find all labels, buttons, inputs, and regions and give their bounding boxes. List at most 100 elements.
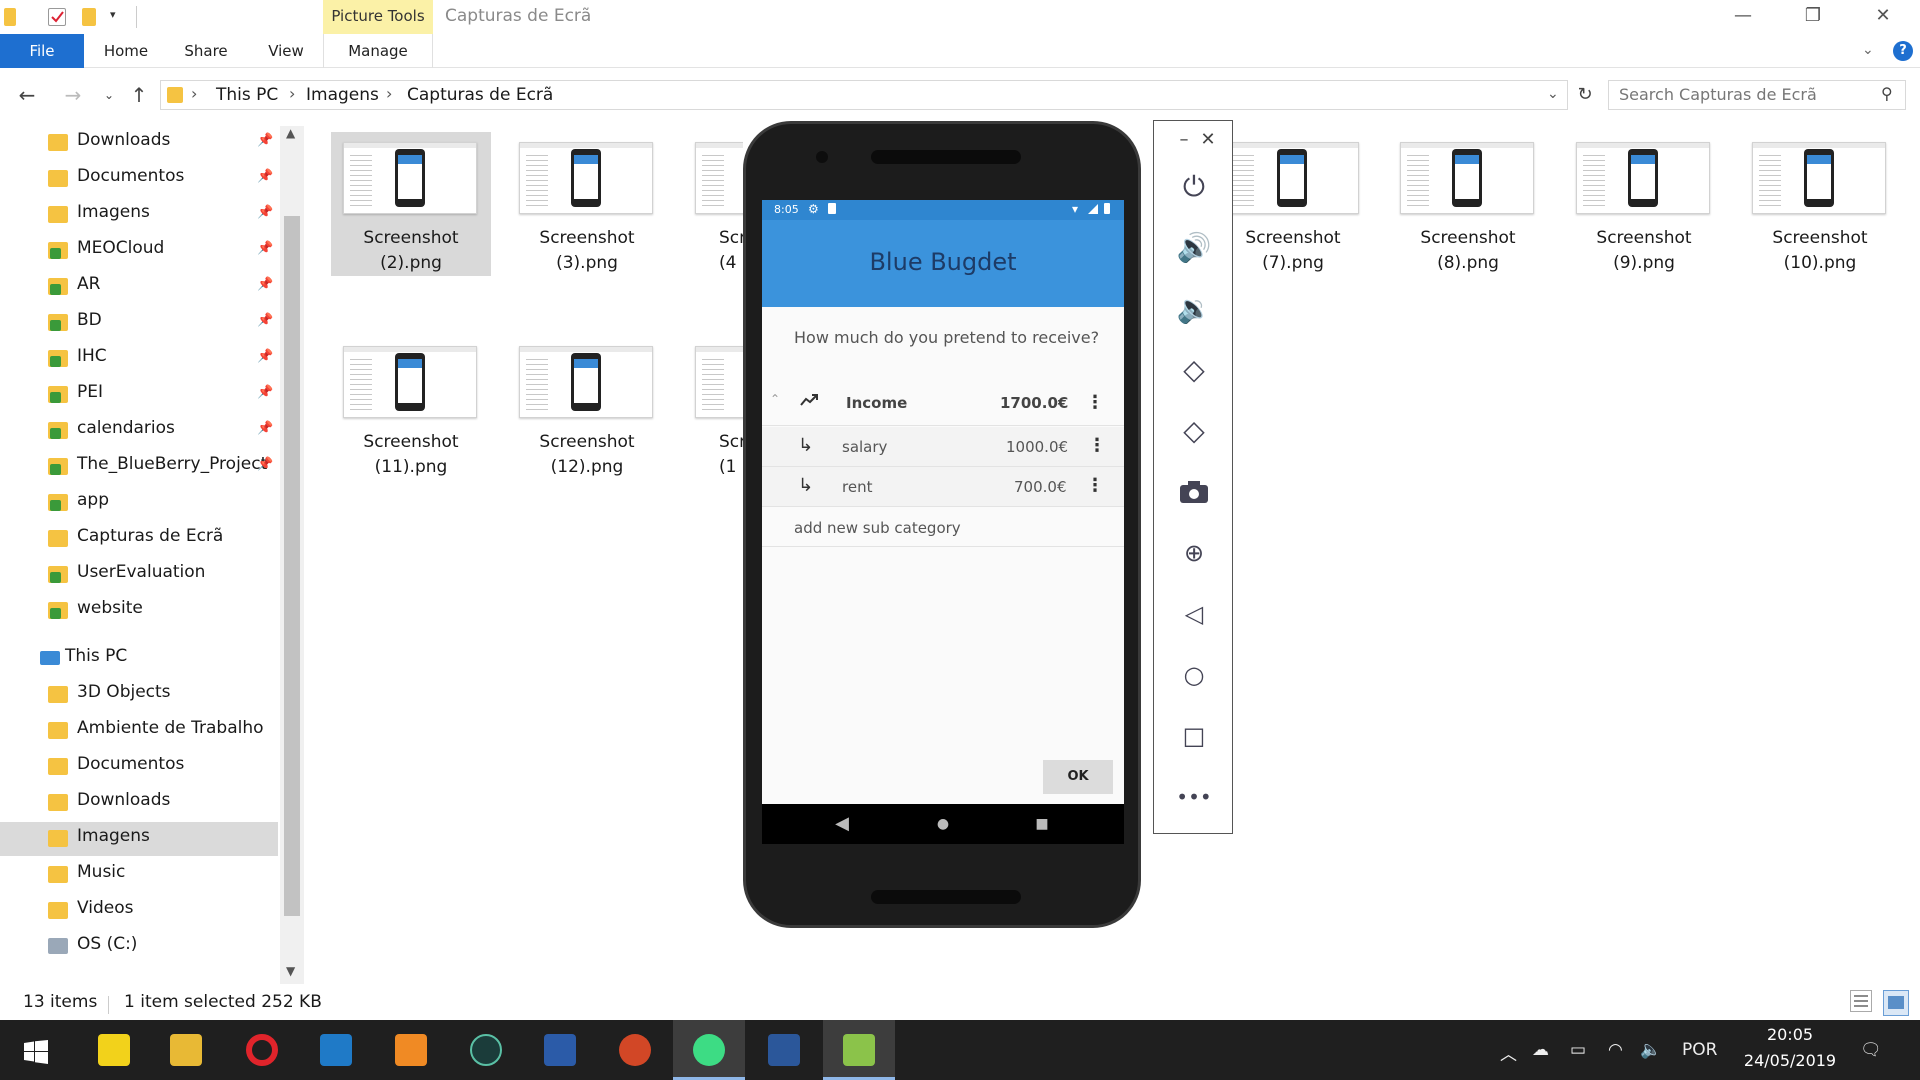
camera-icon[interactable] [1172,470,1216,514]
recent-locations-icon[interactable]: ⌄ [96,78,122,112]
pin-icon[interactable]: 📌 [257,133,273,148]
word-icon[interactable] [748,1020,820,1080]
powershell-icon[interactable] [524,1020,596,1080]
volume-icon[interactable]: 🔈 [1640,1040,1661,1060]
sidebar-item-documentos-pc[interactable]: Documentos [0,750,278,784]
pin-icon[interactable]: 📌 [257,277,273,292]
back-icon[interactable]: ◁ [1172,592,1216,636]
sidebar-item-ar[interactable]: AR 📌 [0,270,278,304]
tab-file[interactable]: File [0,34,84,68]
network-icon[interactable]: ◠ [1608,1040,1623,1060]
sidebar-item-pei[interactable]: PEI 📌 [0,378,278,412]
sidebar-item-ambiente[interactable]: Ambiente de Trabalho [0,714,278,748]
action-center-icon[interactable]: 🗨 [1860,1040,1882,1060]
file-explorer-icon[interactable] [150,1020,222,1080]
pin-icon[interactable]: 📌 [257,421,273,436]
maximize-button[interactable]: ❐ [1790,0,1836,34]
chevron-right-icon[interactable]: › [191,84,197,103]
clock-time[interactable]: 20:05 [1750,1025,1830,1044]
properties-icon[interactable] [48,8,66,26]
file-thumbnail[interactable]: Screenshot (10).png [1740,132,1900,276]
more-options-icon[interactable]: ⋮ [1088,435,1106,457]
details-view-icon[interactable] [1850,990,1872,1012]
phone-screen[interactable]: 8:05 ⚙ ▾ Blue Bugdet How much do you pre… [762,200,1124,844]
sidebar-item-videos[interactable]: Videos [0,894,278,928]
file-thumbnail[interactable]: Screenshot (9).png [1564,132,1724,276]
customize-toolbar-icon[interactable]: ▾ [110,8,128,26]
pin-icon[interactable]: 📌 [257,457,273,472]
expand-ribbon-icon[interactable]: ⌄ [1862,42,1874,58]
help-icon[interactable]: ? [1893,41,1913,61]
sidebar-item-app[interactable]: app [0,486,278,520]
power-icon[interactable]: ⏻ [1172,165,1216,209]
battery-icon[interactable]: ▭ [1570,1040,1586,1060]
add-subcategory-row[interactable]: add new sub category [762,507,1124,547]
sidebar-scrollbar[interactable]: ▲ ▼ [280,126,304,984]
address-dropdown-icon[interactable]: ⌄ [1547,86,1559,102]
more-icon[interactable]: ••• [1172,775,1216,819]
pin-icon[interactable]: 📌 [257,241,273,256]
file-thumbnail[interactable]: Screenshot (3).png [507,132,667,276]
minimize-icon[interactable]: – [1174,129,1194,150]
pin-icon[interactable]: 📌 [257,349,273,364]
sidebar-item-this-pc[interactable]: This PC [0,642,278,676]
sidebar-item-calendarios[interactable]: calendarios 📌 [0,414,278,448]
pin-icon[interactable]: 📌 [257,205,273,220]
nav-recents-icon[interactable]: ■ [1032,814,1052,834]
zoom-icon[interactable]: ⊕ [1172,531,1216,575]
onedrive-icon[interactable]: ☁ [1532,1040,1549,1060]
file-thumbnail[interactable]: Screenshot (2).png [331,132,491,276]
file-thumbnail[interactable]: Screenshot (11).png [331,336,491,480]
subcategory-row[interactable]: ↳ salary 1000.0€ ⋮ [762,427,1124,467]
emulator-icon[interactable] [823,1020,895,1080]
sidebar-item-imagens[interactable]: Imagens 📌 [0,198,278,232]
more-options-icon[interactable]: ⋮ [1086,475,1104,497]
forward-arrow-icon[interactable]: → [60,78,86,112]
opera-icon[interactable] [226,1020,298,1080]
file-thumbnail[interactable]: Screenshot (8).png [1388,132,1548,276]
sidebar-item-ihc[interactable]: IHC 📌 [0,342,278,376]
category-row[interactable]: ⌃ Income 1700.0€ ⋮ [762,380,1124,426]
volume-down-icon[interactable]: 🔉 [1172,287,1216,331]
new-folder-icon[interactable] [82,8,96,26]
up-arrow-icon[interactable]: ↑ [126,78,152,112]
rotate-right-icon[interactable]: ◇ [1172,409,1216,453]
start-button[interactable] [0,1020,72,1080]
sidebar-item-userevaluation[interactable]: UserEvaluation [0,558,278,592]
address-bar[interactable]: › This PC › Imagens › Capturas de Ecrã ⌄ [160,80,1568,110]
gitkraken-icon[interactable] [450,1020,522,1080]
file-thumbnail[interactable]: Scr (4 [683,132,743,276]
sidebar-item-bd[interactable]: BD 📌 [0,306,278,340]
language-indicator[interactable]: POR [1682,1040,1717,1060]
file-thumbnail[interactable]: Scr (1 [683,336,743,480]
sidebar-item-capturas[interactable]: Capturas de Ecrã [0,522,278,556]
nav-home-icon[interactable]: ● [933,814,953,834]
breadcrumb-imagens[interactable]: Imagens [306,85,379,105]
tab-view[interactable]: View [258,34,314,68]
sidebar-item-documentos[interactable]: Documentos 📌 [0,162,278,196]
android-studio-icon[interactable] [673,1020,745,1080]
breadcrumb-this-pc[interactable]: This PC [216,85,278,105]
tab-manage[interactable]: Manage [323,34,433,68]
sidebar-item-imagens-pc[interactable]: Imagens [0,822,278,856]
overview-icon[interactable]: □ [1172,714,1216,758]
scroll-up-icon[interactable]: ▲ [286,126,295,140]
pin-icon[interactable]: 📌 [257,313,273,328]
chevron-right-icon[interactable]: › [289,84,295,103]
volume-up-icon[interactable]: 🔊 [1172,226,1216,270]
tab-home[interactable]: Home [98,34,154,68]
clock-date[interactable]: 24/05/2019 [1735,1051,1845,1070]
home-icon[interactable]: ○ [1172,653,1216,697]
back-arrow-icon[interactable]: ← [14,78,40,112]
sidebar-item-music[interactable]: Music [0,858,278,892]
sidebar-item-meocloud[interactable]: MEOCloud 📌 [0,234,278,268]
sidebar-item-os-drive[interactable]: OS (C:) [0,930,278,964]
refresh-icon[interactable]: ↻ [1572,78,1598,112]
tab-share[interactable]: Share [178,34,234,68]
breadcrumb-capturas[interactable]: Capturas de Ecrã [407,85,553,105]
sidebar-item-blueberry-project[interactable]: The_BlueBerry_Project 📌 [0,450,278,484]
minimize-button[interactable]: — [1720,0,1766,34]
sticky-notes-icon[interactable] [78,1020,150,1080]
pdf-app-icon[interactable] [375,1020,447,1080]
scroll-down-icon[interactable]: ▼ [286,964,295,978]
